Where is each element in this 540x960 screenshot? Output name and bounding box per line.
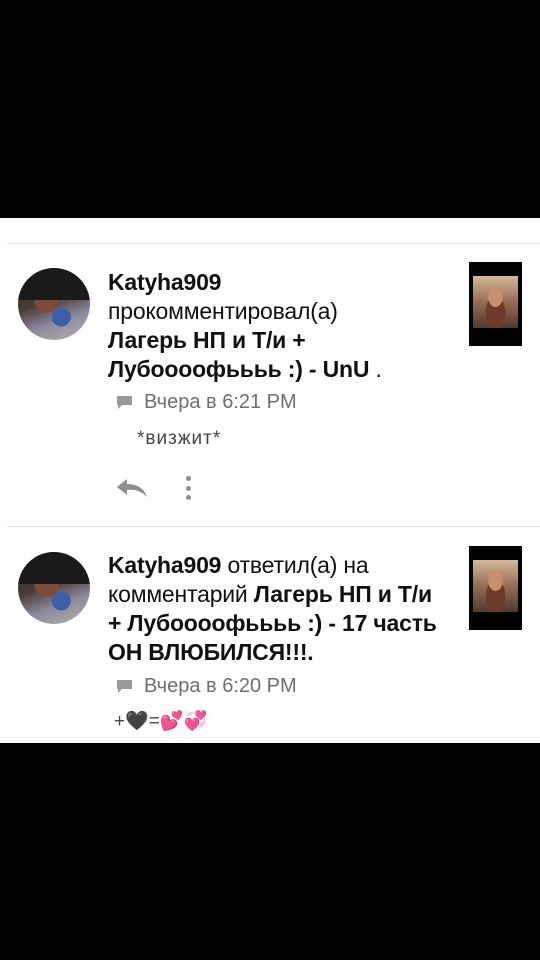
more-vertical-icon[interactable]: [185, 476, 191, 500]
username-link[interactable]: Katyha909: [108, 552, 221, 578]
notifications-panel: Katyha909 прокомментировал(а) Лагерь НП …: [0, 218, 540, 743]
story-thumbnail[interactable]: [469, 262, 522, 346]
timestamp: Вчера в 6:20 PM: [144, 675, 297, 697]
avatar[interactable]: [18, 268, 90, 340]
title-suffix: .: [375, 356, 382, 382]
reply-arrow-icon[interactable]: [115, 477, 149, 499]
timestamp-row: Вчера в 6:20 PM: [117, 675, 297, 698]
divider: [7, 526, 540, 527]
actions-row: [115, 476, 191, 500]
comment-bubble-icon: [117, 396, 132, 409]
comment-text: *визжит*: [137, 428, 222, 449]
divider: [7, 243, 540, 244]
notification-text: Katyha909 ответил(а) на комментарий Лаге…: [108, 551, 448, 667]
story-title-link[interactable]: Лагерь НП и Т/и + Лубоооофьььь :) - UnU: [108, 327, 369, 382]
timestamp-row: Вчера в 6:21 PM: [117, 391, 297, 414]
story-thumbnail[interactable]: [469, 546, 522, 630]
timestamp: Вчера в 6:21 PM: [144, 391, 297, 413]
comment-text: +🖤=💕💞: [114, 711, 208, 732]
avatar[interactable]: [18, 552, 90, 624]
notification-text: Katyha909 прокомментировал(а) Лагерь НП …: [108, 268, 448, 384]
username-link[interactable]: Katyha909: [108, 269, 221, 295]
comment-bubble-icon: [117, 680, 132, 693]
action-text: прокомментировал(а): [108, 298, 338, 324]
